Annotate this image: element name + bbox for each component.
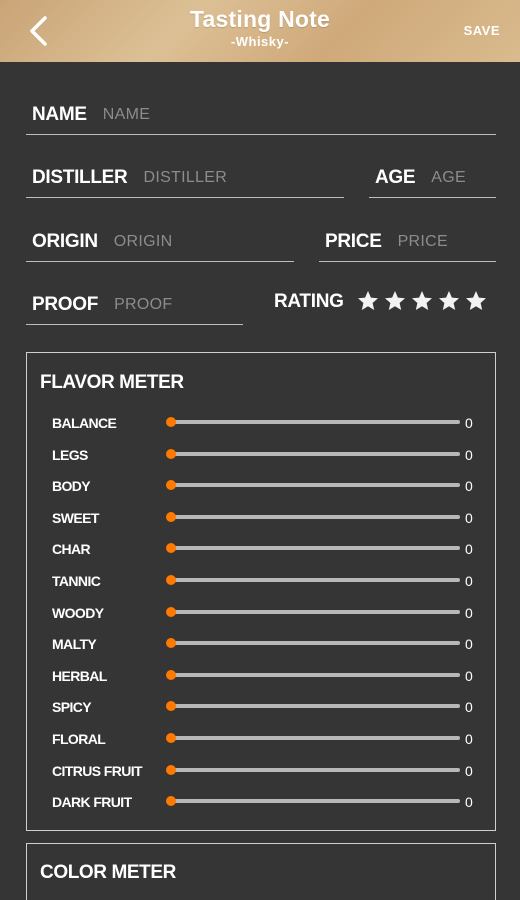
flavor-label: TANNIC	[52, 573, 101, 589]
flavor-row: BALANCE 0	[27, 413, 497, 433]
flavor-row: WOODY 0	[27, 603, 497, 623]
color-meter-title: COLOR METER	[40, 862, 176, 883]
origin-field: ORIGIN	[26, 222, 294, 262]
distiller-input[interactable]	[143, 168, 344, 187]
star-icon[interactable]	[356, 289, 380, 313]
rating-stars	[356, 289, 488, 313]
flavor-row: TANNIC 0	[27, 571, 497, 591]
flavor-meter-panel: FLAVOR METER BALANCE 0 LEGS 0 BODY 0 SWEET 0 CHA…	[26, 352, 496, 831]
flavor-slider[interactable]	[166, 733, 460, 743]
flavor-value: 0	[465, 415, 473, 431]
flavor-slider[interactable]	[166, 448, 460, 459]
slider-thumb[interactable]	[166, 606, 176, 617]
flavor-slider[interactable]	[166, 796, 460, 807]
flavor-label: DARK FRUIT	[52, 794, 132, 811]
distiller-label: DISTILLER	[32, 166, 128, 188]
flavor-value: 0	[465, 478, 473, 495]
age-input[interactable]	[431, 168, 496, 187]
flavor-label: WOODY	[52, 604, 104, 621]
save-button[interactable]: SAVE	[464, 23, 500, 38]
flavor-label: SPICY	[52, 699, 92, 716]
flavor-row: HERBAL 0	[27, 666, 497, 686]
header-title-group: Tasting Note -Whisky-	[0, 6, 520, 49]
flavor-label: FLORAL	[52, 731, 106, 747]
flavor-row: MALTY 0	[27, 634, 497, 654]
name-input[interactable]	[102, 105, 496, 124]
slider-thumb[interactable]	[166, 638, 176, 649]
flavor-slider[interactable]	[166, 606, 460, 617]
flavor-slider[interactable]	[166, 511, 460, 522]
flavor-row: DARK FRUIT 0	[27, 792, 497, 812]
flavor-slider[interactable]	[166, 480, 460, 491]
origin-input[interactable]	[113, 232, 294, 251]
flavor-value: 0	[465, 446, 473, 463]
flavor-value: 0	[465, 699, 473, 716]
flavor-slider[interactable]	[166, 638, 460, 649]
flavor-value: 0	[465, 762, 473, 779]
star-icon[interactable]	[437, 289, 461, 313]
slider-thumb[interactable]	[166, 733, 176, 743]
flavor-slider[interactable]	[166, 669, 460, 680]
flavor-slider[interactable]	[166, 701, 460, 712]
name-field: NAME	[26, 95, 496, 135]
flavor-value: 0	[465, 636, 473, 653]
star-icon[interactable]	[410, 289, 434, 313]
color-meter-panel: COLOR METER	[26, 843, 496, 900]
proof-input[interactable]	[114, 295, 243, 314]
flavor-value: 0	[465, 731, 473, 747]
flavor-label: SWEET	[52, 509, 99, 526]
flavor-value: 0	[465, 541, 473, 558]
proof-label: PROOF	[32, 293, 99, 315]
flavor-label: CHAR	[52, 541, 91, 558]
age-field: AGE	[369, 158, 496, 198]
star-icon[interactable]	[383, 289, 407, 313]
price-input[interactable]	[397, 232, 496, 251]
app-header: Tasting Note -Whisky- SAVE	[0, 0, 520, 62]
slider-thumb[interactable]	[166, 480, 176, 491]
flavor-slider[interactable]	[166, 764, 460, 775]
flavor-slider[interactable]	[166, 543, 460, 554]
flavor-row: SPICY 0	[27, 697, 497, 717]
flavor-row: CITRUS FRUIT 0	[27, 761, 497, 781]
name-label: NAME	[32, 103, 87, 125]
distiller-field: DISTILLER	[26, 158, 344, 198]
page-subtitle: -Whisky-	[230, 34, 290, 49]
star-icon[interactable]	[464, 289, 488, 313]
flavor-row: SWEET 0	[27, 508, 497, 528]
slider-thumb[interactable]	[166, 669, 176, 680]
origin-label: ORIGIN	[32, 230, 98, 252]
slider-thumb[interactable]	[166, 701, 176, 712]
slider-thumb[interactable]	[166, 511, 176, 522]
flavor-label: BODY	[52, 478, 91, 495]
slider-thumb[interactable]	[166, 575, 176, 585]
flavor-value: 0	[465, 794, 473, 811]
age-label: AGE	[375, 166, 416, 188]
slider-thumb[interactable]	[166, 448, 176, 459]
flavor-label: CITRUS FRUIT	[52, 762, 143, 779]
flavor-label: BALANCE	[52, 415, 117, 431]
slider-thumb[interactable]	[166, 764, 176, 775]
flavor-row: CHAR 0	[27, 539, 497, 559]
price-label: PRICE	[325, 230, 382, 252]
flavor-value: 0	[465, 573, 473, 589]
flavor-row: LEGS 0	[27, 445, 497, 465]
flavor-value: 0	[465, 667, 473, 684]
flavor-row: FLORAL 0	[27, 729, 497, 749]
flavor-value: 0	[465, 509, 473, 526]
flavor-slider[interactable]	[166, 417, 460, 427]
price-field: PRICE	[319, 222, 496, 262]
flavor-slider[interactable]	[166, 575, 460, 585]
rating-label: RATING	[274, 291, 344, 312]
flavor-value: 0	[465, 604, 473, 621]
page-title: Tasting Note	[190, 6, 330, 32]
proof-field: PROOF	[26, 285, 243, 325]
slider-thumb[interactable]	[166, 417, 176, 427]
slider-thumb[interactable]	[166, 543, 176, 554]
flavor-label: MALTY	[52, 636, 97, 653]
flavor-label: HERBAL	[52, 667, 107, 684]
flavor-meter-title: FLAVOR METER	[40, 372, 184, 393]
slider-thumb[interactable]	[166, 796, 176, 807]
flavor-label: LEGS	[52, 446, 88, 463]
flavor-row: BODY 0	[27, 476, 497, 496]
